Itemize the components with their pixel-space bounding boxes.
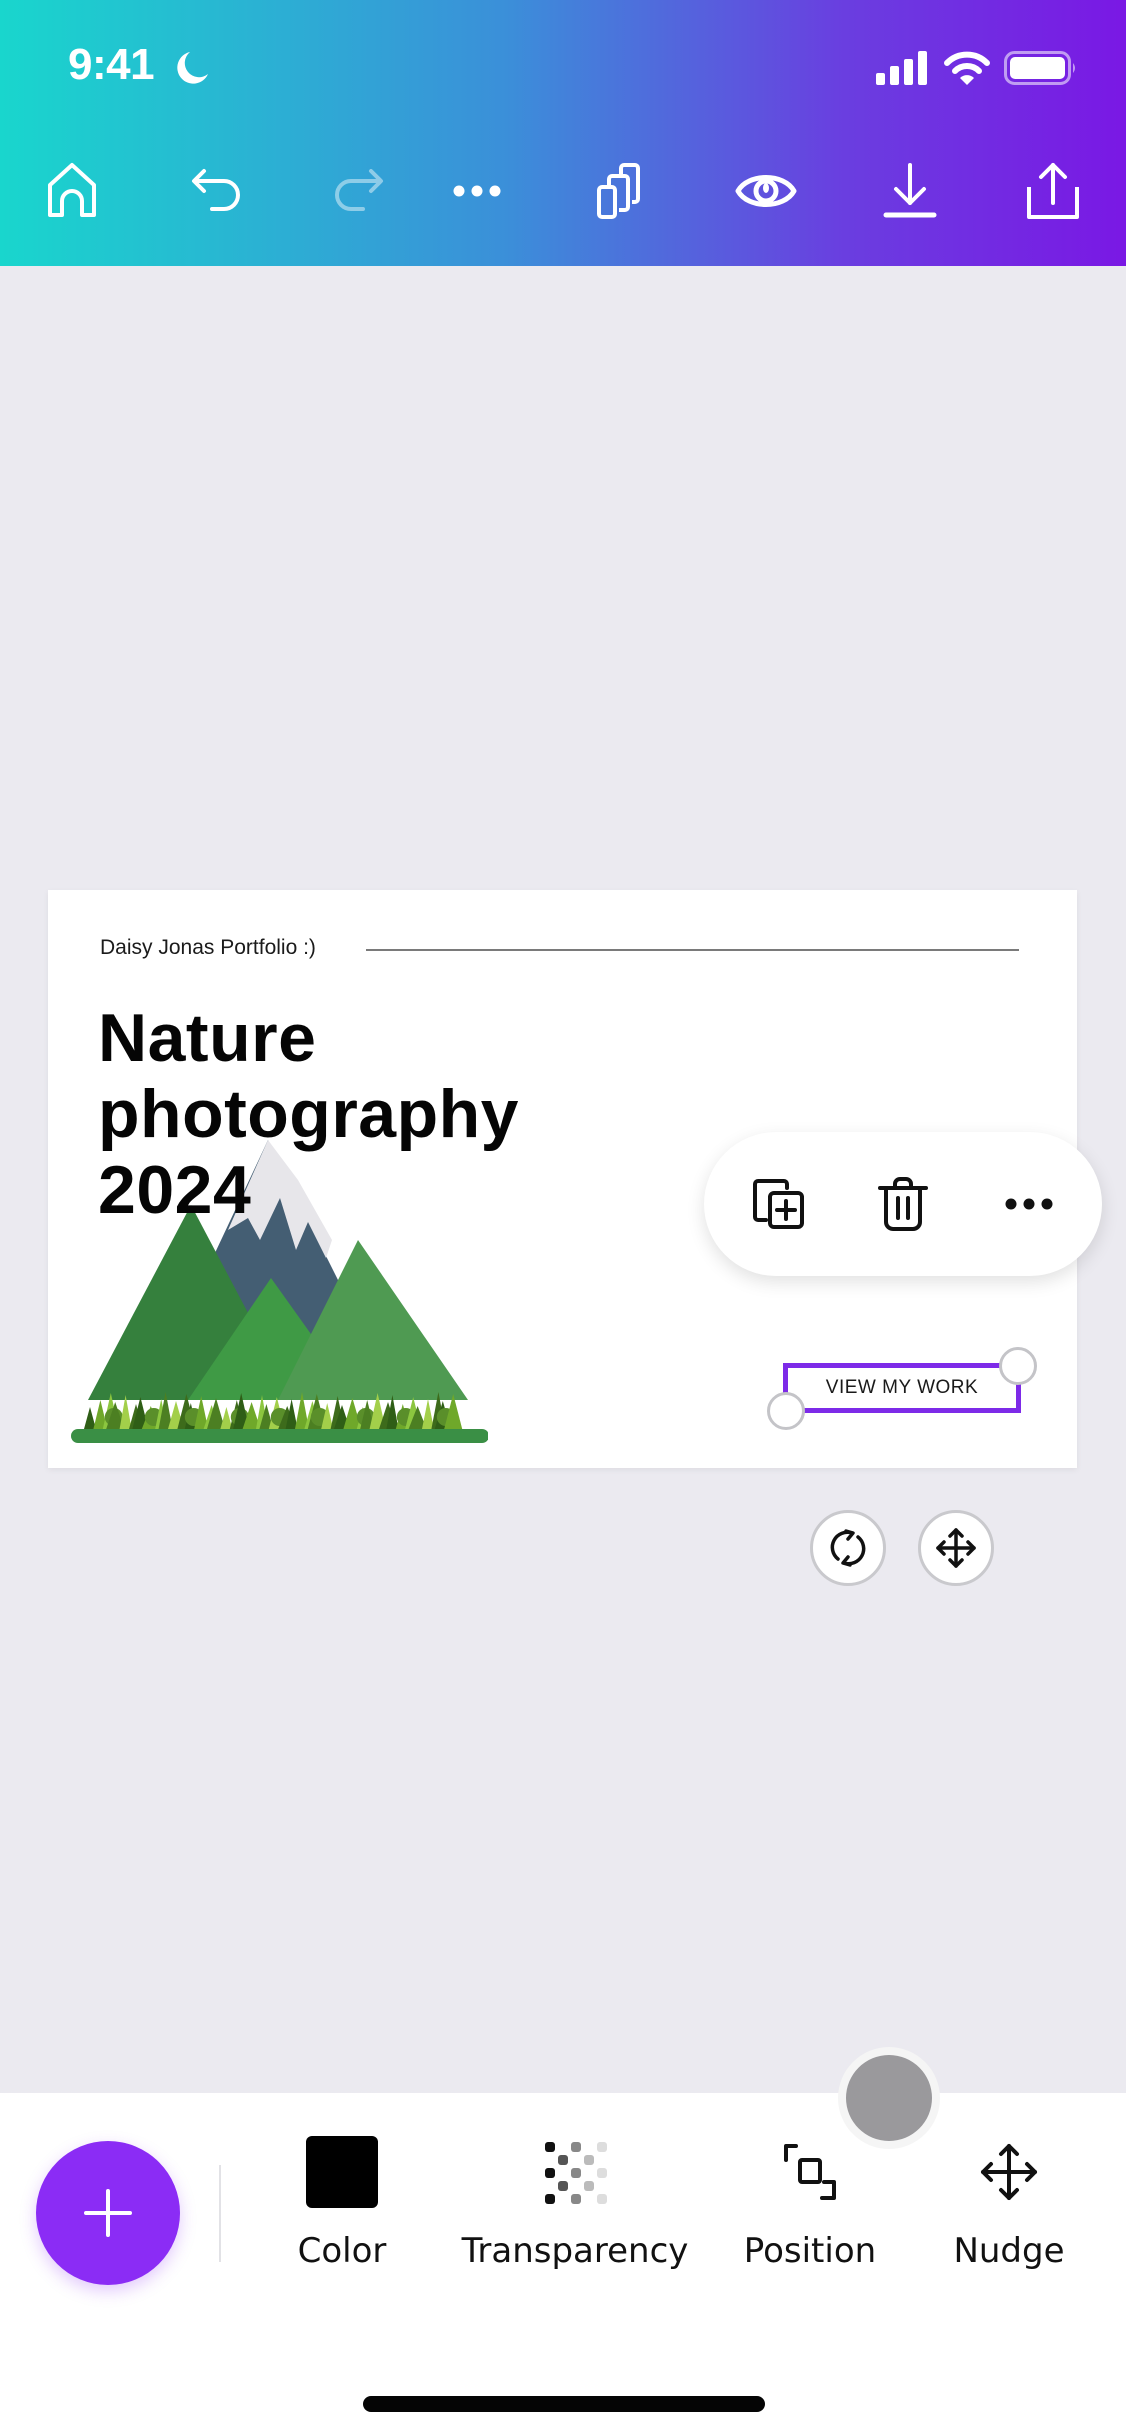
pages-button[interactable] [586, 156, 656, 226]
redo-icon [335, 169, 383, 211]
moon-icon [177, 52, 208, 84]
tool-label: Transparency [461, 2231, 689, 2271]
resize-handle-right[interactable] [999, 1347, 1037, 1385]
tree [119, 1395, 132, 1429]
move-icon [936, 1528, 976, 1568]
tool-color[interactable]: Color [290, 2131, 394, 2271]
more-horizontal-icon [453, 185, 501, 197]
title-line: 2024 [98, 1152, 252, 1228]
divider-line[interactable] [366, 949, 1019, 951]
undo-button[interactable] [183, 156, 253, 226]
more-options-button[interactable] [442, 156, 512, 226]
tool-label: Nudge [953, 2231, 1065, 2271]
duplicate-icon [753, 1179, 804, 1229]
share-icon [1027, 163, 1079, 219]
position-icon [784, 2144, 836, 2200]
app-header: 9:41 [0, 0, 1126, 266]
download-button[interactable] [875, 156, 945, 226]
pages-icon [597, 163, 640, 219]
element-context-menu [704, 1132, 1102, 1276]
subtitle-text[interactable]: Daisy Jonas Portfolio :) [100, 936, 316, 960]
title-line: photography [98, 1076, 520, 1152]
title-line: Nature [98, 1000, 317, 1076]
wifi-icon [944, 51, 990, 85]
rotate-icon [830, 1529, 866, 1567]
color-swatch-icon [306, 2136, 378, 2208]
eye-icon [735, 175, 797, 207]
cta-label: VIEW MY WORK [825, 1377, 979, 1398]
resize-handle-left[interactable] [767, 1392, 805, 1430]
tool-label: Color [297, 2231, 387, 2271]
bottom-toolbar: Color Transparency Position Nudge [0, 2093, 1126, 2436]
more-horizontal-icon [1005, 1198, 1053, 1210]
toolbar-divider [219, 2165, 221, 2262]
tool-label: Position [743, 2231, 877, 2271]
home-indicator [363, 2396, 765, 2412]
title-text[interactable]: Nature photography 2024 [98, 1000, 519, 1228]
preview-button[interactable] [731, 156, 801, 226]
redo-button[interactable] [322, 156, 392, 226]
move-button[interactable] [918, 1510, 994, 1586]
download-icon [883, 163, 937, 218]
home-button[interactable] [37, 156, 107, 226]
touch-indicator [838, 2047, 940, 2149]
duplicate-button[interactable] [742, 1168, 814, 1240]
tree [422, 1399, 434, 1429]
view-my-work-button[interactable]: VIEW MY WORK [783, 1363, 1021, 1413]
add-element-button[interactable] [36, 2141, 180, 2285]
share-button[interactable] [1018, 156, 1088, 226]
delete-button[interactable] [867, 1168, 939, 1240]
tool-position[interactable]: Position [742, 2131, 878, 2271]
undo-icon [192, 169, 240, 211]
status-time: 9:41 [68, 40, 155, 89]
rotate-button[interactable] [810, 1510, 886, 1586]
tool-nudge[interactable]: Nudge [950, 2131, 1068, 2271]
plus-icon [84, 2189, 132, 2237]
nudge-icon [981, 2144, 1037, 2200]
home-icon [48, 163, 96, 217]
tool-transparency[interactable]: Transparency [460, 2131, 690, 2271]
transparency-icon [545, 2142, 607, 2204]
status-indicators [876, 48, 1078, 88]
more-options-menu-button[interactable] [993, 1168, 1065, 1240]
trash-icon [878, 1177, 928, 1231]
battery-icon [1004, 51, 1075, 85]
cellular-signal-icon [876, 51, 927, 85]
